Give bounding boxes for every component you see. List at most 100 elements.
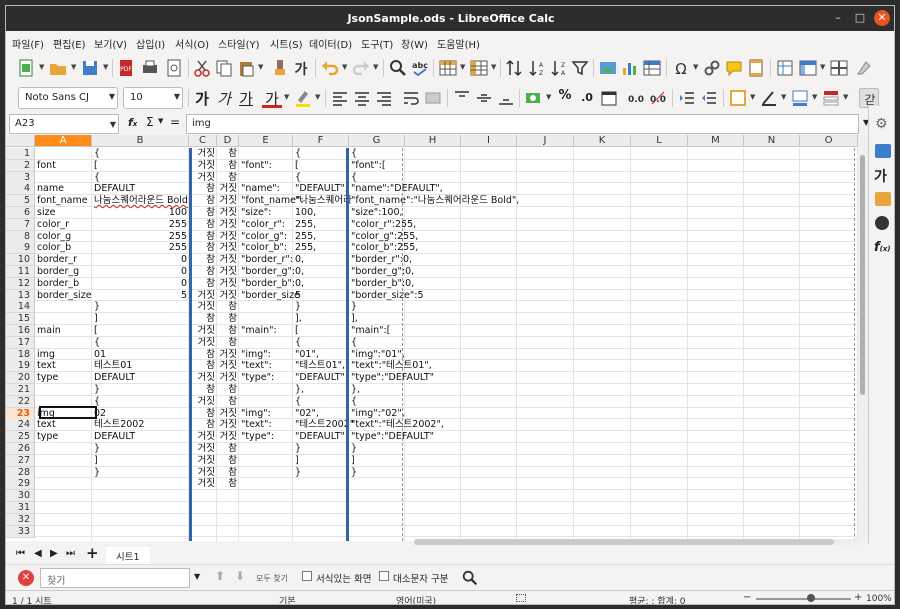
cell-A16[interactable]: main	[36, 325, 91, 337]
cell-B27[interactable]: ]	[93, 455, 188, 467]
menu-styles[interactable]: 스타일(Y)	[218, 36, 260, 51]
cell-F8[interactable]: 255,	[294, 231, 348, 243]
formatted-display-checkbox[interactable]	[302, 571, 312, 581]
cell-E12[interactable]: "border_b":	[240, 278, 295, 290]
cell-C23[interactable]: 참	[190, 408, 216, 420]
asian-layout-icon[interactable]: 갇	[859, 88, 879, 108]
cell-G7[interactable]: "color_r":255,	[350, 219, 416, 231]
cell-D12[interactable]: 거짓	[218, 278, 238, 290]
align-left-icon[interactable]	[330, 88, 350, 108]
cell-F19[interactable]: "테스트01",	[294, 360, 348, 372]
print-preview-icon[interactable]	[164, 58, 184, 78]
delete-decimal-icon[interactable]: 0.0	[648, 88, 668, 108]
cell-D19[interactable]: 거짓	[218, 360, 238, 372]
cell-D10[interactable]: 거짓	[218, 254, 238, 266]
sort-ascending-icon[interactable]: AZ	[526, 58, 546, 78]
cell-F17[interactable]: {	[294, 337, 348, 349]
row-header-4[interactable]: 4	[6, 183, 35, 196]
sort-descending-icon[interactable]: ZA	[548, 58, 568, 78]
select-all-corner[interactable]	[6, 135, 35, 147]
cell-G22[interactable]: {	[350, 396, 404, 408]
cell-G10[interactable]: "border_r":0,	[350, 254, 412, 266]
cell-F3[interactable]: {	[294, 172, 348, 184]
last-sheet-icon[interactable]: ⏭	[66, 548, 75, 559]
copy-icon[interactable]	[214, 58, 234, 78]
row-header-1[interactable]: 1	[6, 148, 35, 160]
font-color-button[interactable]: 가	[262, 88, 282, 108]
cell-C19[interactable]: 참	[190, 360, 216, 372]
row-header-18[interactable]: 18	[6, 348, 35, 361]
cell-F16[interactable]: [	[294, 325, 348, 337]
cell-E20[interactable]: "type":	[240, 372, 292, 384]
menu-tools[interactable]: 도구(T)	[361, 36, 393, 51]
chevron-down-icon[interactable]: ▼	[693, 63, 699, 71]
language-indicator[interactable]: 영어(미국)	[396, 594, 436, 604]
sort-icon[interactable]	[504, 58, 524, 78]
highlight-color-icon[interactable]	[293, 88, 313, 108]
cell-B12[interactable]: 0	[93, 278, 188, 290]
column-header-N[interactable]: N	[744, 135, 800, 147]
cell-D11[interactable]: 거짓	[218, 266, 238, 278]
cell-B15[interactable]: ]	[93, 313, 188, 325]
cell-F18[interactable]: "01",	[294, 349, 348, 361]
cell-B4[interactable]: DEFAULT	[93, 183, 188, 195]
find-replace-icon[interactable]	[461, 569, 479, 587]
font-size-box[interactable]: 10 ▼	[123, 87, 183, 109]
cell-A25[interactable]: type	[36, 431, 91, 443]
first-sheet-icon[interactable]: ⏮	[16, 548, 25, 559]
cell-B23[interactable]: 02	[93, 408, 188, 420]
page-style[interactable]: 기본	[279, 594, 296, 604]
cell-C25[interactable]: 거짓	[190, 431, 216, 443]
cell-D14[interactable]: 참	[218, 301, 238, 313]
add-sheet-icon[interactable]: +	[86, 544, 99, 562]
cell-A5[interactable]: font_name	[36, 195, 91, 207]
redo-icon[interactable]	[351, 58, 371, 78]
cell-A20[interactable]: type	[36, 372, 91, 384]
cell-G18[interactable]: "img":"01",	[350, 349, 405, 361]
row-header-20[interactable]: 20	[6, 372, 35, 385]
row-header-28[interactable]: 28	[6, 466, 35, 479]
column-header-A[interactable]: A	[35, 135, 92, 147]
cell-D3[interactable]: 참	[218, 172, 238, 184]
cell-C6[interactable]: 참	[190, 207, 216, 219]
cell-C5[interactable]: 참	[190, 195, 216, 207]
align-center-icon[interactable]	[352, 88, 372, 108]
export-pdf-icon[interactable]: PDF	[116, 58, 136, 78]
open-folder-icon[interactable]	[48, 58, 68, 78]
special-character-icon[interactable]: Ω	[671, 58, 691, 78]
cell-C8[interactable]: 참	[190, 231, 216, 243]
cell-B28[interactable]: }	[93, 467, 188, 479]
increase-indent-icon[interactable]	[677, 88, 697, 108]
menu-window[interactable]: 창(W)	[401, 36, 428, 51]
cell-E19[interactable]: "text":	[240, 360, 292, 372]
cell-E4[interactable]: "name":	[240, 183, 292, 195]
save-icon[interactable]	[80, 58, 100, 78]
cell-E16[interactable]: "main":	[240, 325, 292, 337]
cell-B20[interactable]: DEFAULT	[93, 372, 188, 384]
chevron-down-icon[interactable]: ▼	[258, 63, 264, 71]
menu-data[interactable]: 데이터(D)	[309, 36, 352, 51]
row-header-29[interactable]: 29	[6, 478, 35, 491]
cell-C15[interactable]: 참	[190, 313, 216, 325]
chevron-down-icon[interactable]: ▼	[315, 93, 321, 101]
cell-A12[interactable]: border_b	[36, 278, 91, 290]
cell-B10[interactable]: 0	[93, 254, 188, 266]
cell-G6[interactable]: "size":100,	[350, 207, 404, 219]
column-header-H[interactable]: H	[405, 135, 461, 147]
row-header-12[interactable]: 12	[6, 277, 35, 290]
cell-F15[interactable]: ],	[294, 313, 348, 325]
cell-B9[interactable]: 255	[93, 242, 188, 254]
cell-G1[interactable]: {	[350, 148, 404, 160]
row-header-3[interactable]: 3	[6, 171, 35, 184]
cell-F4[interactable]: "DEFAULT",	[294, 183, 348, 195]
comment-icon[interactable]	[724, 58, 744, 78]
cell-A9[interactable]: color_b	[36, 242, 91, 254]
number-format-button[interactable]: .0	[577, 88, 597, 108]
cell-C16[interactable]: 거짓	[190, 325, 216, 337]
zoom-slider[interactable]	[756, 598, 851, 600]
sum-icon[interactable]: Σ	[146, 115, 154, 129]
chevron-down-icon[interactable]: ▼	[460, 63, 466, 71]
decrease-indent-icon[interactable]	[699, 88, 719, 108]
menu-insert[interactable]: 삽입(I)	[136, 36, 165, 51]
cell-G28[interactable]: }	[350, 467, 404, 479]
